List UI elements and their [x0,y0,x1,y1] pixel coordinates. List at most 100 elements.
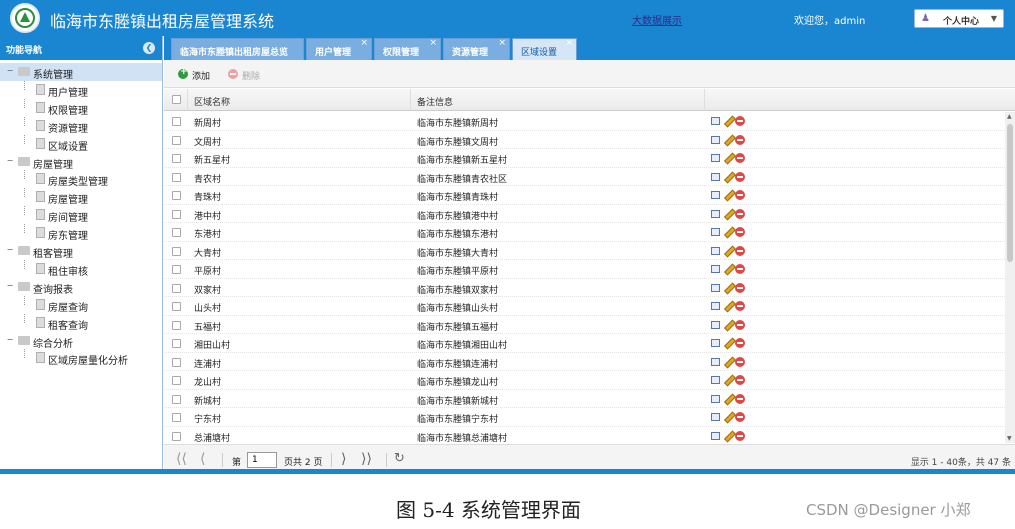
table-row[interactable]: 总浦塘村 临海市东塍镇总浦塘村 [164,427,1005,443]
collapse-toggle-icon[interactable]: − [6,245,14,254]
row-checkbox[interactable] [172,265,181,274]
view-icon[interactable] [711,228,720,236]
table-row[interactable]: 五福村 临海市东塍镇五福村 [164,316,1005,334]
nav-item[interactable]: 房屋管理 [0,188,162,206]
view-icon[interactable] [711,135,720,144]
row-checkbox[interactable] [172,302,181,311]
remove-icon[interactable] [735,356,745,367]
remove-icon[interactable] [735,116,745,126]
row-checkbox[interactable] [172,376,181,385]
table-row[interactable]: 新五星村 临海市东塍镇新五星村 [164,149,1005,168]
collapse-toggle-icon[interactable]: − [6,156,14,165]
row-checkbox[interactable] [172,209,181,219]
remove-icon[interactable] [735,227,745,237]
edit-icon[interactable] [723,153,733,163]
row-checkbox[interactable] [172,191,181,200]
remove-icon[interactable] [735,245,745,256]
nav-group[interactable]: − 系统管理 [0,63,162,81]
view-icon[interactable] [711,376,720,384]
add-button[interactable]: 添加 [176,67,216,83]
row-checkbox[interactable] [172,228,181,237]
next-page-icon[interactable]: ⟩ [341,451,346,467]
nav-item[interactable]: 租客查询 [0,313,162,332]
table-row[interactable]: 青农村 临海市东塍镇青农社区 [164,168,1005,186]
nav-item[interactable]: 区域房屋量化分析 [0,349,162,367]
collapse-icon[interactable]: ❮ [143,42,155,54]
remove-icon[interactable] [735,208,745,219]
bigdata-link[interactable]: 大数据展示 [632,12,682,27]
remove-icon[interactable] [735,264,745,274]
row-checkbox[interactable] [172,154,181,163]
view-icon[interactable] [711,191,720,199]
remove-icon[interactable] [735,375,745,385]
last-page-icon[interactable]: ⟩⟩ [361,451,372,467]
row-checkbox[interactable] [172,172,181,182]
view-icon[interactable] [711,117,720,125]
edit-icon[interactable] [723,264,733,274]
view-icon[interactable] [711,154,720,162]
edit-icon[interactable] [723,394,733,404]
edit-icon[interactable] [723,172,733,182]
close-icon[interactable]: × [429,38,437,48]
collapse-toggle-icon[interactable]: − [6,66,14,75]
view-icon[interactable] [711,302,720,310]
column-header-name[interactable]: 区域名称 [188,89,411,111]
delete-button[interactable]: 删除 [226,67,266,83]
nav-item[interactable]: 房屋查询 [0,295,162,314]
user-center-button[interactable]: ♟ 个人中心 ▼ [914,9,1004,28]
edit-icon[interactable] [723,375,733,385]
nav-group[interactable]: − 房屋管理 [0,153,162,171]
table-row[interactable]: 港中村 临海市东塍镇港中村 [164,205,1005,223]
table-row[interactable]: 平原村 临海市东塍镇平原村 [164,260,1005,279]
row-checkbox[interactable] [172,135,181,145]
edit-icon[interactable] [723,283,733,293]
collapse-toggle-icon[interactable]: − [6,335,14,344]
page-number-input[interactable] [247,452,277,468]
grid-scrollbar[interactable]: ▲ ▼ [1005,112,1015,443]
table-row[interactable]: 文周村 临海市东塍镇文周村 [164,131,1005,149]
row-checkbox[interactable] [172,283,181,293]
view-icon[interactable] [711,413,720,421]
column-header-note[interactable]: 备注信息 [411,89,705,111]
row-checkbox[interactable] [172,431,181,441]
nav-item[interactable]: 房间管理 [0,206,162,224]
view-icon[interactable] [711,431,720,440]
edit-icon[interactable] [723,135,733,145]
nav-group[interactable]: − 查询报表 [0,278,162,296]
tab-3[interactable]: 资源管理 × [443,38,510,60]
nav-item[interactable]: 房屋类型管理 [0,170,162,188]
remove-icon[interactable] [735,153,745,163]
edit-icon[interactable] [723,116,733,126]
table-row[interactable]: 大青村 临海市东塍镇大青村 [164,242,1005,260]
edit-icon[interactable] [723,301,733,311]
collapse-toggle-icon[interactable]: − [6,281,14,290]
table-row[interactable]: 东港村 临海市东塍镇东港村 [164,223,1005,242]
table-row[interactable]: 宁东村 临海市东塍镇宁东村 [164,408,1005,427]
edit-icon[interactable] [723,412,733,422]
remove-icon[interactable] [735,282,745,293]
nav-group[interactable]: − 综合分析 [0,332,162,350]
remove-icon[interactable] [735,301,745,311]
table-row[interactable]: 青珠村 临海市东塍镇青珠村 [164,186,1005,205]
close-icon[interactable]: × [498,38,506,48]
row-checkbox[interactable] [172,117,181,126]
view-icon[interactable] [711,172,720,181]
row-checkbox[interactable] [172,357,181,367]
edit-icon[interactable] [723,320,733,330]
table-row[interactable]: 龙山村 临海市东塍镇龙山村 [164,371,1005,390]
row-checkbox[interactable] [172,394,181,404]
view-icon[interactable] [711,209,720,218]
row-checkbox[interactable] [172,320,181,330]
edit-icon[interactable] [723,227,733,237]
table-row[interactable]: 湘田山村 临海市东塍镇湘田山村 [164,334,1005,353]
refresh-icon[interactable]: ↻ [394,451,405,466]
row-checkbox[interactable] [172,339,181,348]
scroll-down-icon[interactable]: ▼ [1007,435,1012,442]
remove-icon[interactable] [735,190,745,200]
scroll-thumb[interactable] [1007,124,1013,262]
scroll-up-icon[interactable]: ▲ [1007,113,1012,120]
remove-icon[interactable] [735,338,745,348]
tab-1[interactable]: 用户管理 × [306,38,372,60]
remove-icon[interactable] [735,134,745,145]
nav-group[interactable]: − 租客管理 [0,242,162,260]
